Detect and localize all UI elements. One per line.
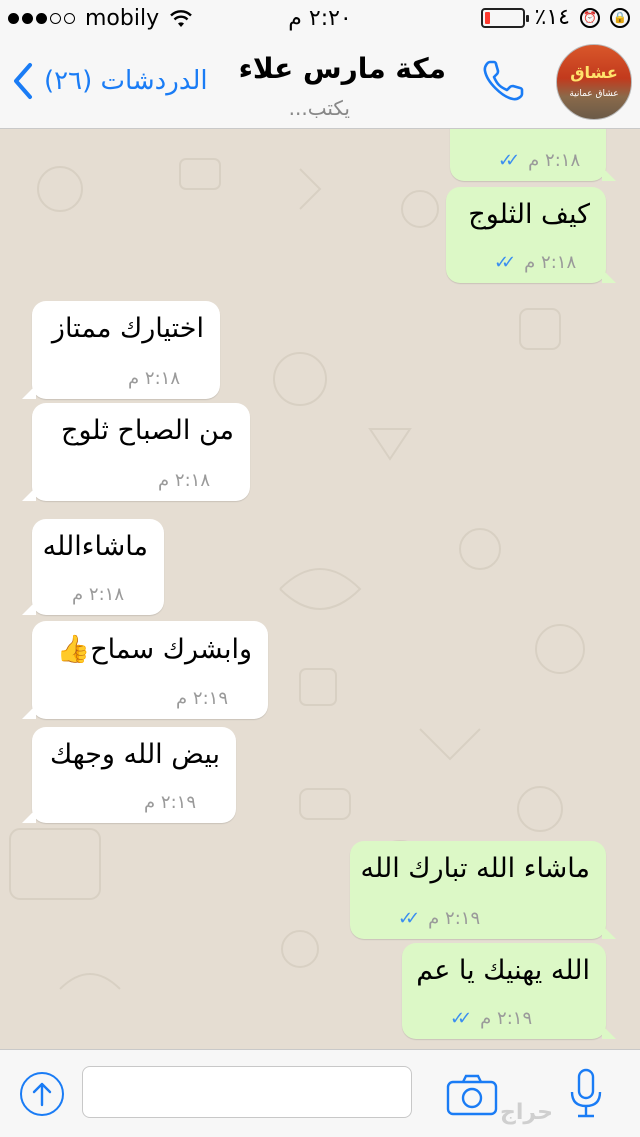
message-bubble-incoming[interactable]: بيض الله وجهك ٢:١٩ م (22, 727, 236, 823)
message-time: ٢:١٨ م (158, 470, 210, 491)
bubble-tail (22, 385, 36, 399)
message-text: بيض الله وجهك (50, 739, 220, 770)
message-meta: ٢:١٨ م (148, 470, 210, 491)
message-meta: ٢:١٩ م (166, 688, 228, 709)
bubble-tail (602, 269, 616, 283)
message-bubble-incoming[interactable]: اختيارك ممتاز ٢:١٨ م (22, 301, 220, 399)
thumbs-up-icon: 👍 (56, 634, 91, 665)
bubble-tail (22, 809, 36, 823)
message-list[interactable]: ✓✓ ٢:١٨ م كيف الثلوج ✓✓ ٢:١٨ م اختيارك ممتاز ٢… (0, 129, 640, 1049)
message-time: ٢:١٩ م (176, 688, 228, 709)
message-text: الله يهنيك يا عم (416, 955, 590, 986)
rotation-lock-icon: 🔒 (610, 7, 630, 28)
microphone-icon[interactable] (568, 1068, 604, 1120)
chat-header: الدردشات (٢٦) مكة مارس علاء يكتب... عشاق… (0, 40, 640, 129)
message-meta: ✓✓ ٢:١٨ م (494, 252, 576, 273)
message-time: ٢:١٨ م (524, 252, 577, 273)
attach-button[interactable] (20, 1072, 64, 1116)
message-time: ٢:١٨ م (72, 584, 124, 605)
message-text: اختيارك ممتاز (51, 313, 204, 344)
chevron-left-icon (14, 63, 32, 99)
message-time: ٢:١٩ م (480, 1008, 533, 1029)
message-text: ماشاءالله (42, 531, 148, 562)
read-receipt-icon: ✓✓ (398, 908, 420, 929)
alarm-icon: ⏰ (580, 7, 600, 28)
message-meta: ✓✓ ٢:١٩ م (398, 908, 480, 929)
message-text: من الصباح ثلوج (61, 415, 234, 446)
status-right: ٪١٤ ⏰ 🔒 (480, 5, 630, 30)
message-bubble-outgoing[interactable]: ماشاء الله تبارك الله ✓✓ ٢:١٩ م (350, 841, 616, 939)
avatar-logo-text: عشاق (570, 63, 618, 82)
contact-name[interactable]: مكة مارس علاء (239, 52, 446, 85)
bubble-tail (602, 1025, 616, 1039)
battery-icon (480, 7, 529, 28)
message-bubble-outgoing[interactable]: ✓✓ ٢:١٨ م (450, 129, 616, 181)
arrow-up-icon (32, 1082, 52, 1107)
read-receipt-icon: ✓✓ (450, 1008, 472, 1029)
message-time: ٢:١٩ م (428, 908, 481, 929)
back-button[interactable]: الدردشات (٢٦) (12, 62, 208, 100)
message-text: كيف الثلوج (468, 199, 590, 230)
typing-status: يكتب... (288, 96, 350, 120)
bubble-tail (602, 167, 616, 181)
message-bubble-incoming[interactable]: من الصباح ثلوج ٢:١٨ م (22, 403, 250, 501)
message-bubble-incoming[interactable]: وابشرك سماح👍 ٢:١٩ م (22, 621, 268, 719)
message-time: ٢:١٨ م (128, 368, 180, 389)
read-receipt-icon: ✓✓ (494, 252, 516, 273)
camera-icon[interactable] (446, 1074, 498, 1116)
message-bubble-outgoing[interactable]: الله يهنيك يا عم ✓✓ ٢:١٩ م (402, 943, 616, 1039)
message-input[interactable] (82, 1066, 412, 1118)
message-meta: ٢:١٨ م (62, 584, 124, 605)
message-meta: ✓✓ ٢:١٩ م (450, 1008, 532, 1029)
message-time: ٢:١٩ م (144, 792, 196, 813)
status-bar: mobily ٢:٢٠ م ٪١٤ ⏰ 🔒 (0, 0, 640, 40)
message-bubble-outgoing[interactable]: كيف الثلوج ✓✓ ٢:١٨ م (446, 187, 616, 283)
message-text: ماشاء الله تبارك الله (360, 853, 590, 884)
watermark: حراج (500, 1100, 553, 1125)
message-time: ٢:١٨ م (528, 150, 581, 171)
message-meta: ✓✓ ٢:١٨ م (498, 150, 580, 171)
message-meta: ٢:١٨ م (118, 368, 180, 389)
composer: حراج (0, 1049, 640, 1137)
phone-call-icon[interactable] (478, 56, 528, 106)
read-receipt-icon: ✓✓ (498, 150, 520, 171)
avatar[interactable]: عشاق عشاق عمانية (556, 44, 632, 120)
battery-percent: ٪١٤ (534, 5, 570, 30)
message-text: وابشرك سماح👍 (56, 634, 252, 665)
battery-level (484, 11, 490, 24)
bubble-tail (602, 925, 616, 939)
message-bubble-incoming[interactable]: ماشاءالله ٢:١٨ م (22, 519, 164, 615)
bubble-tail (22, 487, 36, 501)
bubble-tail (22, 705, 36, 719)
bubble-tail (22, 601, 36, 615)
avatar-logo-subtext: عشاق عمانية (569, 89, 619, 99)
back-label: الدردشات (٢٦) (44, 66, 208, 96)
message-meta: ٢:١٩ م (134, 792, 196, 813)
